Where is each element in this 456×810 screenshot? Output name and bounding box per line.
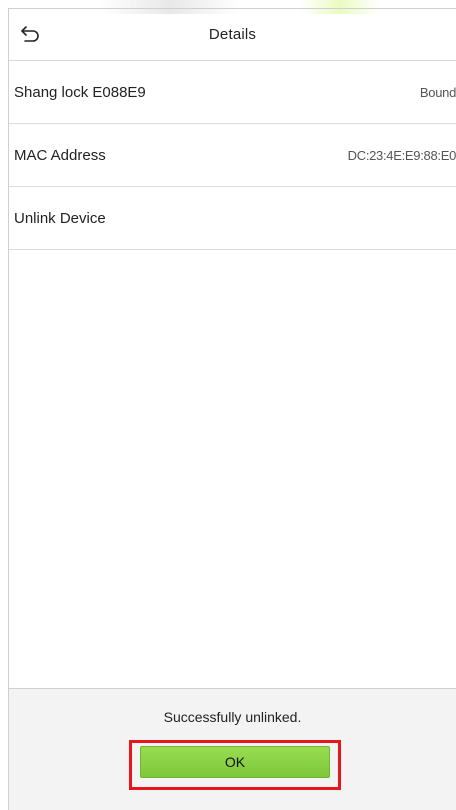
- page-title: Details: [208, 26, 257, 43]
- mac-address-label: MAC Address: [14, 146, 106, 164]
- list-item-unlink-device[interactable]: Unlink Device: [9, 187, 456, 250]
- back-button[interactable]: [19, 23, 41, 45]
- ok-button[interactable]: OK: [140, 746, 330, 778]
- back-arrow-icon: [21, 26, 39, 42]
- header-bar: Details: [9, 9, 456, 61]
- lock-status-value: Bound: [419, 84, 456, 100]
- mac-address-value: DC:23:4E:E9:88:E0: [347, 147, 456, 163]
- result-dialog: Successfully unlinked. OK: [9, 688, 456, 810]
- lock-name-label: Shang lock E088E9: [14, 83, 146, 101]
- list-item-mac-address[interactable]: MAC Address DC:23:4E:E9:88:E0: [9, 124, 456, 187]
- list-item-lock[interactable]: Shang lock E088E9 Bound: [9, 61, 456, 124]
- details-screen: Details Shang lock E088E9 Bound MAC Addr…: [0, 0, 456, 810]
- details-list: Shang lock E088E9 Bound MAC Address DC:2…: [9, 61, 456, 250]
- dialog-message: Successfully unlinked.: [163, 709, 302, 725]
- unlink-device-label: Unlink Device: [14, 209, 106, 227]
